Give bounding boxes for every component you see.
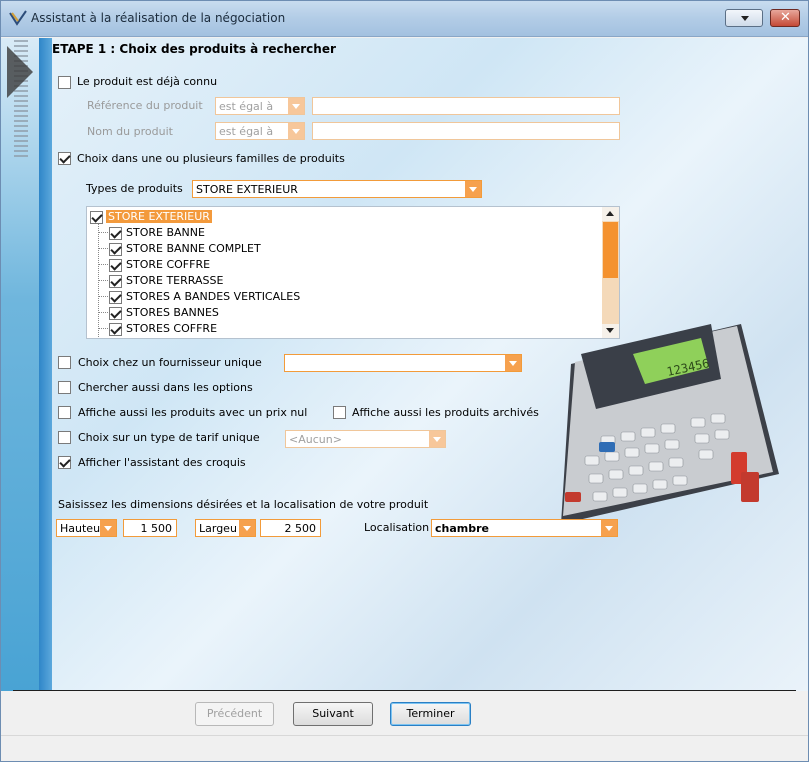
families-label: Choix dans une ou plusieurs familles de … [77, 152, 345, 165]
decorative-strip [1, 38, 39, 691]
status-bar [1, 735, 808, 759]
tree-item[interactable]: STORE BANNE [87, 225, 602, 241]
chevron-down-icon [239, 520, 255, 536]
single-supplier-label: Choix chez un fournisseur unique [78, 356, 262, 369]
chevron-down-icon [288, 98, 304, 114]
name-input[interactable] [312, 122, 620, 140]
product-types-select[interactable]: STORE EXTERIEUR [192, 180, 482, 198]
tree-item[interactable]: STORE BANNE COMPLET [87, 241, 602, 257]
single-supplier-checkbox[interactable] [58, 356, 71, 369]
tree-scrollbar[interactable] [602, 207, 619, 338]
dimensions-prompt: Saisissez les dimensions désirées et la … [58, 498, 429, 511]
arrow-decoration-icon [7, 46, 33, 98]
next-button[interactable]: Suivant [293, 702, 373, 726]
tree-item-checkbox[interactable] [109, 275, 122, 288]
reference-input[interactable] [312, 97, 620, 115]
zero-price-checkbox[interactable] [58, 406, 71, 419]
product-types-label: Types de produits [86, 182, 183, 195]
step-heading: ETAPE 1 : Choix des produits à recherche… [52, 42, 336, 56]
calculator-illustration: 123456 [561, 324, 779, 524]
reference-label: Référence du produit [87, 99, 203, 112]
tree-item-checkbox[interactable] [109, 243, 122, 256]
tree-item-checkbox[interactable] [109, 291, 122, 304]
tree-item-checkbox[interactable] [109, 323, 122, 336]
tree-item[interactable]: STORES COFFRE [87, 321, 602, 337]
chevron-down-icon [465, 181, 481, 197]
families-checkbox[interactable] [58, 152, 71, 165]
tree-root-checkbox[interactable] [90, 211, 103, 224]
reference-operator-select[interactable]: est égal à [215, 97, 305, 115]
title-bar: Assistant à la réalisation de la négocia… [1, 1, 808, 37]
dimension1-input[interactable]: 1 500 [123, 519, 177, 537]
scroll-up-icon[interactable] [602, 207, 619, 221]
search-options-checkbox[interactable] [58, 381, 71, 394]
previous-button[interactable]: Précédent [195, 702, 274, 726]
known-product-checkbox[interactable] [58, 76, 71, 89]
tariff-select[interactable]: <Aucun> [285, 430, 446, 448]
chevron-down-icon [505, 355, 521, 371]
dimension2-select[interactable]: Largeu [195, 519, 256, 537]
name-operator-select[interactable]: est égal à [215, 122, 305, 140]
dimension2-input[interactable]: 2 500 [260, 519, 321, 537]
chevron-down-icon [741, 16, 749, 21]
known-product-label: Le produit est déjà connu [77, 75, 218, 88]
search-options-label: Chercher aussi dans les options [78, 381, 253, 394]
button-bar: Précédent Suivant Terminer [1, 691, 808, 761]
single-tariff-checkbox[interactable] [58, 431, 71, 444]
archived-checkbox[interactable] [333, 406, 346, 419]
chevron-down-icon [429, 431, 445, 447]
zero-price-label: Affiche aussi les produits avec un prix … [78, 406, 308, 419]
close-button[interactable]: ✕ [770, 9, 800, 27]
product-family-tree[interactable]: STORE EXTERIEUR STORE BANNE STORE BANNE … [86, 206, 620, 339]
tree-item[interactable]: STORE COFFRE [87, 257, 602, 273]
tree-item-checkbox[interactable] [109, 227, 122, 240]
sketch-assistant-label: Afficher l'assistant des croquis [78, 456, 246, 469]
wizard-window: Assistant à la réalisation de la négocia… [0, 0, 809, 762]
wizard-content: ETAPE 1 : Choix des produits à recherche… [1, 38, 808, 692]
sketch-assistant-checkbox[interactable] [58, 456, 71, 469]
dimension1-select[interactable]: Hauteu [56, 519, 117, 537]
tree-item[interactable]: STORES A BANDES VERTICALES [87, 289, 602, 305]
close-icon: ✕ [780, 10, 791, 25]
tree-item-checkbox[interactable] [109, 259, 122, 272]
window-menu-button[interactable] [725, 9, 763, 27]
scrollbar-thumb[interactable] [603, 222, 618, 278]
chevron-down-icon [100, 520, 116, 536]
location-select[interactable]: chambre [431, 519, 618, 537]
name-label: Nom du produit [87, 125, 173, 138]
tree-item[interactable]: STORE TERRASSE [87, 273, 602, 289]
location-label: Localisation [364, 521, 430, 534]
archived-label: Affiche aussi les produits archivés [352, 406, 539, 419]
chevron-down-icon [288, 123, 304, 139]
tree-item[interactable]: STORES BANNES [87, 305, 602, 321]
window-title: Assistant à la réalisation de la négocia… [31, 11, 286, 25]
tree-root-item[interactable]: STORE EXTERIEUR [87, 209, 602, 225]
supplier-select[interactable] [284, 354, 522, 372]
chevron-down-icon [601, 520, 617, 536]
decorative-column [39, 38, 52, 691]
app-icon [9, 10, 27, 26]
single-tariff-label: Choix sur un type de tarif unique [78, 431, 260, 444]
finish-button[interactable]: Terminer [390, 702, 471, 726]
tree-item-checkbox[interactable] [109, 307, 122, 320]
